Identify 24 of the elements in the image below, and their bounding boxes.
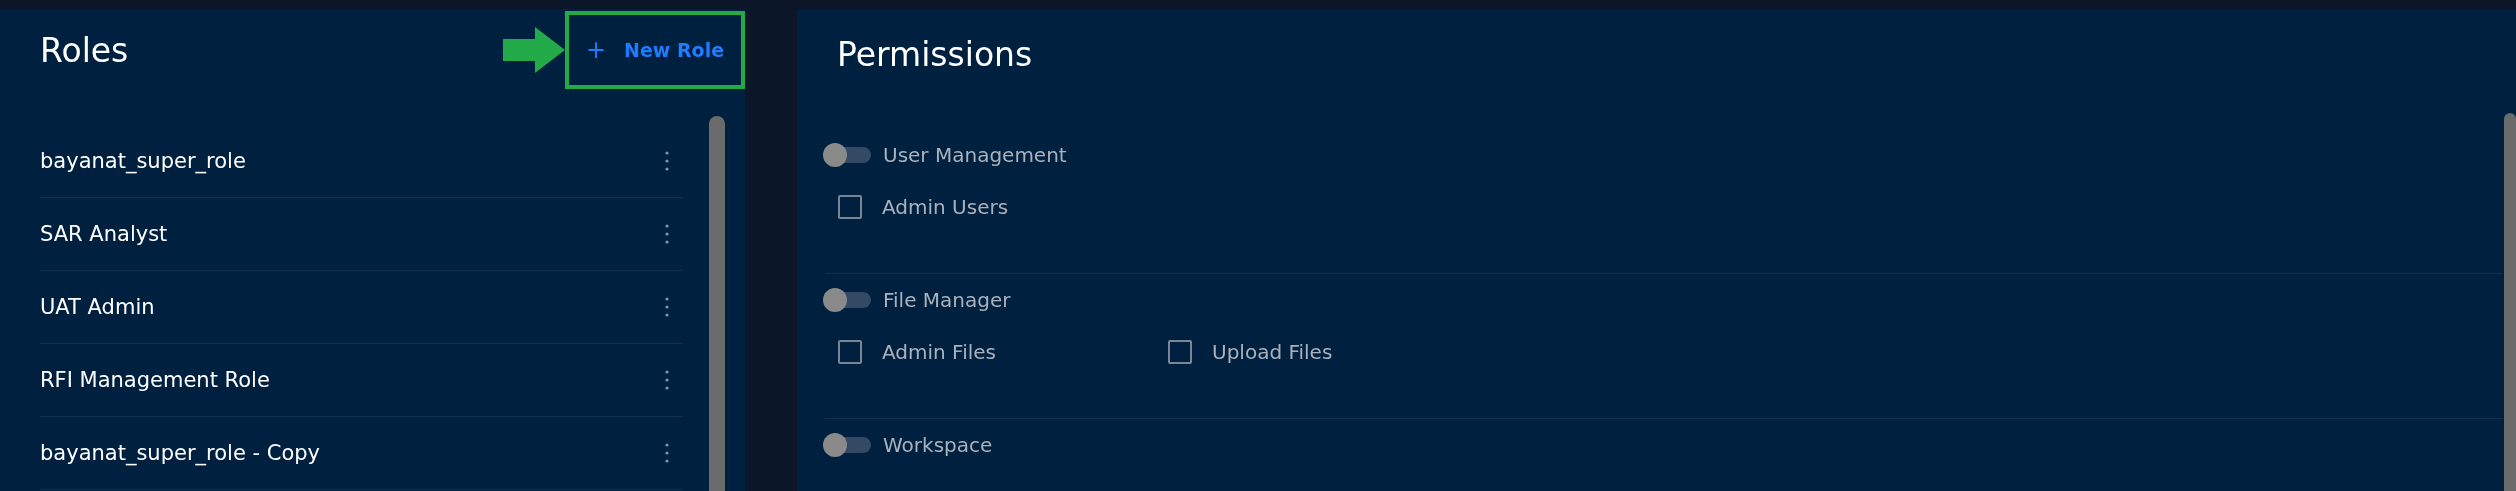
more-options-icon[interactable] [665, 151, 669, 171]
role-item[interactable]: RFI Management Role [40, 344, 683, 417]
role-item[interactable]: SAR Analyst [40, 198, 683, 271]
more-options-icon[interactable] [665, 297, 669, 317]
group-label: User Management [883, 143, 1067, 167]
checkbox[interactable] [1168, 340, 1192, 364]
group-label: File Manager [883, 288, 1011, 312]
role-item[interactable]: bayanat_super_role - Copy [40, 417, 683, 490]
scrollbar[interactable] [2504, 113, 2516, 491]
group-label: Workspace [883, 433, 993, 457]
more-options-icon[interactable] [665, 370, 669, 390]
checkbox-label: Admin Users [882, 195, 1009, 219]
checkbox[interactable] [838, 340, 862, 364]
more-options-icon[interactable] [665, 443, 669, 463]
checkbox[interactable] [838, 195, 862, 219]
checkbox-label: Upload Files [1212, 340, 1333, 364]
more-options-icon[interactable] [665, 224, 669, 244]
new-role-button[interactable]: + New Role [577, 30, 733, 70]
panel-title: Roles [40, 30, 129, 70]
role-item[interactable]: UAT Admin [40, 271, 683, 344]
checkbox-label: Admin Files [882, 340, 996, 364]
scrollbar[interactable] [709, 116, 725, 491]
panel-title: Permissions [836, 34, 1034, 76]
role-item[interactable]: bayanat_super_role [40, 125, 683, 198]
